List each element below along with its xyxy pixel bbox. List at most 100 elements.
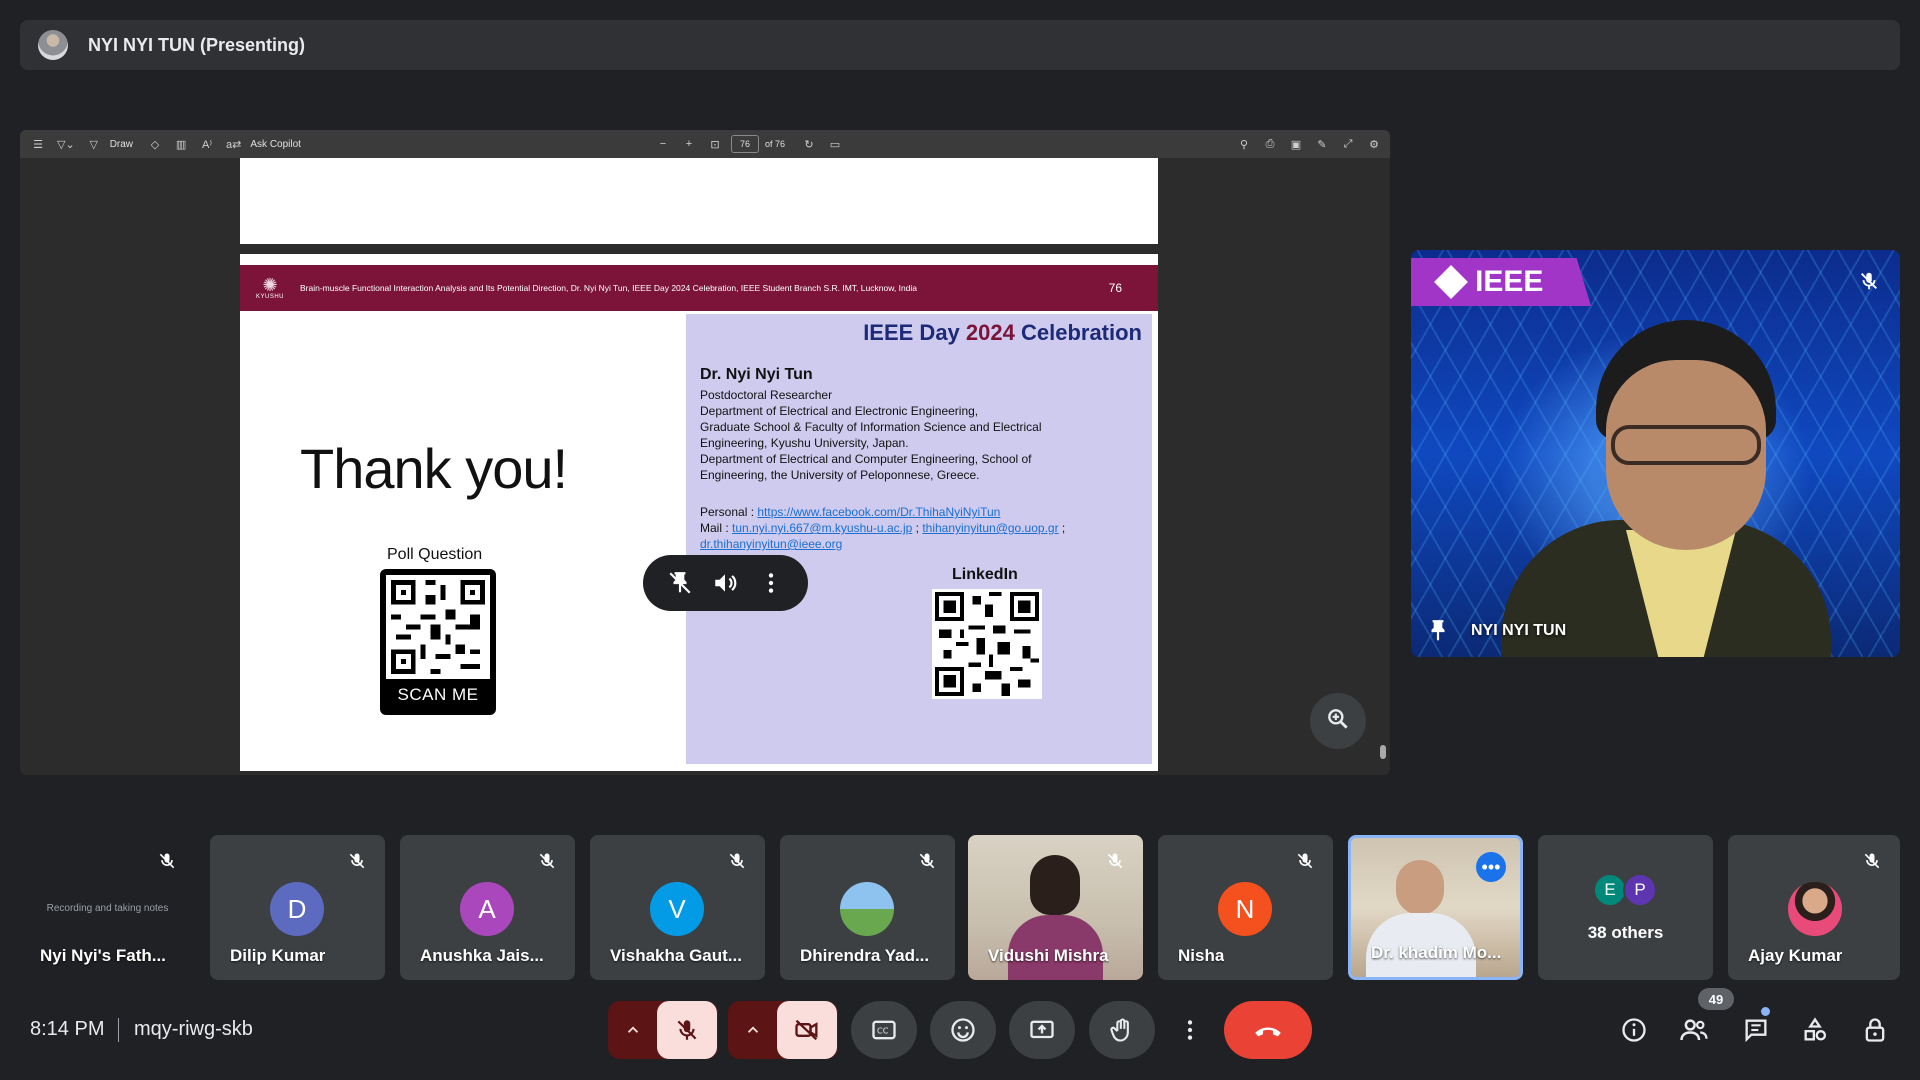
avatar: N — [1218, 882, 1272, 936]
avatar: D — [270, 882, 324, 936]
participant-tile[interactable]: Recording and taking notes Nyi Nyi's Fat… — [20, 835, 195, 980]
save-icon[interactable]: ▣ — [1286, 134, 1306, 154]
mic-off-icon — [537, 851, 557, 876]
captions-button[interactable]: CC — [851, 1001, 917, 1059]
participant-name: Nisha — [1178, 946, 1225, 965]
participant-name: Vidushi Mishra — [988, 946, 1109, 965]
participant-name: Ajay Kumar — [1748, 946, 1843, 965]
presenter-avatar — [38, 30, 68, 60]
kyushu-mail-link[interactable]: tun.nyi.nyi.667@m.kyushu-u.ac.jp — [732, 521, 912, 535]
ieee-mail-link[interactable]: dr.thihanyinyitun@ieee.org — [700, 537, 842, 551]
translate-icon[interactable]: a⇄ — [223, 134, 244, 154]
zoom-out-icon[interactable]: − — [653, 134, 673, 154]
draw-icon[interactable]: ▽ — [84, 134, 104, 154]
host-controls-lock-icon[interactable] — [1857, 1012, 1893, 1048]
people-icon[interactable] — [1676, 1012, 1712, 1048]
present-screen-button[interactable] — [1009, 1001, 1075, 1059]
chat-notification-dot — [1761, 1007, 1770, 1016]
reactions-button[interactable] — [930, 1001, 996, 1059]
contents-icon[interactable]: ☰ — [28, 134, 48, 154]
mic-off-icon — [347, 851, 367, 876]
page-number-input[interactable]: 76 — [730, 135, 759, 153]
participant-tile[interactable]: Vidushi Mishra — [968, 835, 1143, 980]
participant-tile[interactable]: D Dilip Kumar — [210, 835, 385, 980]
poll-qr-pattern — [386, 575, 490, 679]
poll-qr-code: SCAN ME — [380, 569, 496, 715]
participant-tile[interactable]: Dhirendra Yad... — [780, 835, 955, 980]
two-page-icon[interactable]: ▭ — [825, 134, 845, 154]
mic-off-icon — [727, 851, 747, 876]
fullscreen-icon[interactable]: ⤢ — [1338, 134, 1358, 154]
viewer-scrollbar-thumb[interactable] — [1380, 745, 1386, 759]
mail-separator: ; — [912, 521, 923, 535]
participant-tile[interactable]: V Vishakha Gaut... — [590, 835, 765, 980]
ieee-banner-text: IEEE — [1475, 265, 1544, 298]
participant-tile[interactable]: Ajay Kumar — [1728, 835, 1900, 980]
camera-off-icon — [795, 1019, 818, 1041]
rotate-icon[interactable]: ↻ — [799, 134, 819, 154]
audio-options-chevron-icon[interactable] — [609, 1001, 657, 1059]
draw-label[interactable]: Draw — [110, 139, 133, 150]
camera-toggle-button[interactable] — [777, 1001, 837, 1059]
participant-video — [1030, 855, 1080, 915]
mail-label: Mail : — [700, 521, 733, 535]
celebration-suffix: Celebration — [1014, 320, 1142, 345]
video-options-chevron-icon[interactable] — [729, 1001, 777, 1059]
presenting-title: NYI NYI TUN (Presenting) — [88, 34, 306, 55]
facebook-link[interactable]: https://www.facebook.com/Dr.ThihaNyiNyiT… — [757, 505, 1000, 519]
avatar: A — [460, 882, 514, 936]
linkedin-title: LinkedIn — [952, 566, 1018, 583]
mic-off-icon — [917, 851, 937, 876]
volume-icon[interactable] — [711, 569, 739, 597]
emoji-icon — [951, 1018, 975, 1042]
leave-call-button[interactable] — [1224, 1001, 1312, 1059]
hand-icon — [1110, 1018, 1129, 1042]
ieee-diamond-icon — [1434, 265, 1468, 299]
ieee-banner: IEEE — [1411, 258, 1591, 306]
linkedin-qr-icon — [935, 592, 1039, 696]
mic-off-icon — [1295, 851, 1315, 876]
read-aloud-icon[interactable]: A⁾ — [197, 134, 217, 154]
avatar — [840, 882, 894, 936]
save-as-icon[interactable]: ✎ — [1312, 134, 1332, 154]
pin-icon[interactable] — [1425, 618, 1451, 649]
others-avatars: E P — [1593, 873, 1657, 907]
affiliation-line: Postdoctoral Researcher — [700, 388, 833, 402]
unpin-icon[interactable] — [666, 569, 694, 597]
raise-hand-button[interactable] — [1089, 1001, 1155, 1059]
participant-tile[interactable]: A Anushka Jais... — [400, 835, 575, 980]
others-tile[interactable]: E P 38 others — [1538, 835, 1713, 980]
more-options-button[interactable] — [1168, 1001, 1212, 1059]
ask-copilot-button[interactable]: Ask Copilot — [250, 139, 301, 150]
eraser-icon[interactable]: ◇ — [145, 134, 165, 154]
avatar: E — [1593, 873, 1627, 907]
more-options-button[interactable]: ••• — [1476, 852, 1506, 882]
svg-text:CC: CC — [877, 1026, 889, 1036]
search-icon[interactable]: ⚲ — [1234, 134, 1254, 154]
mic-toggle-button[interactable] — [657, 1001, 717, 1059]
print-icon[interactable]: ⎙ — [1260, 134, 1280, 154]
settings-gear-icon[interactable]: ⚙ — [1364, 134, 1384, 154]
highlight-icon[interactable]: ▽⌄ — [54, 134, 78, 154]
speaker-tile[interactable]: IEEE NYI NYI TUN — [1411, 250, 1900, 657]
page-view-icon[interactable]: ▥ — [171, 134, 191, 154]
fit-page-icon[interactable]: ⊡ — [705, 134, 725, 154]
poll-qr-icon — [386, 575, 490, 679]
meeting-info-icon[interactable] — [1616, 1012, 1652, 1048]
zoom-button[interactable] — [1310, 693, 1366, 749]
participant-name: Dr. khadim Mo... — [1371, 943, 1502, 962]
presentation-viewer: ☰ ▽⌄ ▽ Draw ◇ ▥ A⁾ a⇄ Ask Copilot − + ⊡ … — [20, 130, 1390, 775]
zoom-in-icon[interactable]: + — [679, 134, 699, 154]
participant-tile[interactable]: N Nisha — [1158, 835, 1333, 980]
previous-page — [240, 158, 1158, 244]
linkedin-qr-code — [932, 589, 1042, 699]
activities-icon[interactable] — [1797, 1012, 1833, 1048]
scan-me-label: SCAN ME — [397, 685, 479, 704]
chat-icon[interactable] — [1738, 1012, 1774, 1048]
more-options-icon[interactable] — [757, 569, 785, 597]
uop-mail-link[interactable]: thihanyinyitun@go.uop.gr — [922, 521, 1058, 535]
tile-status-note: Recording and taking notes — [46, 903, 169, 914]
participant-tile-active[interactable]: ••• Dr. khadim Mo... — [1348, 835, 1523, 980]
participants-count-badge: 49 — [1698, 988, 1734, 1010]
speaker-video — [1501, 320, 1831, 657]
